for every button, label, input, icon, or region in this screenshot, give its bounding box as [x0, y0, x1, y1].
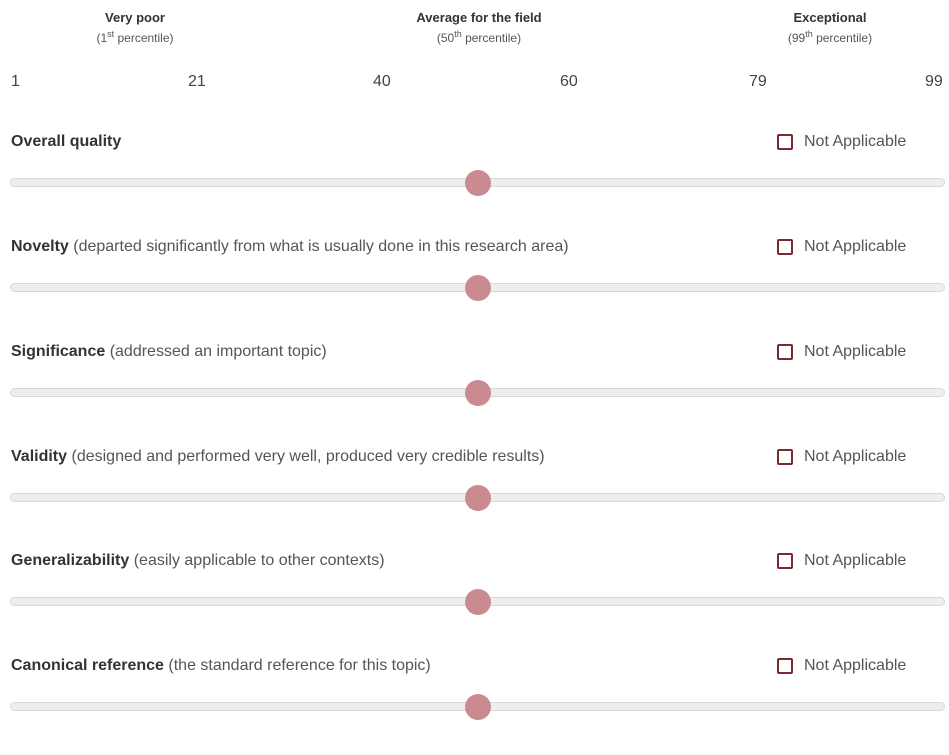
not-applicable-checkbox[interactable] — [777, 134, 793, 150]
question-title: Novelty — [11, 238, 69, 255]
anchor-subtitle: (99th percentile) — [787, 29, 873, 46]
question-novelty: Novelty (departed significantly from wha… — [0, 236, 949, 336]
question-label: Validity (designed and performed very we… — [11, 446, 545, 468]
not-applicable-option[interactable]: Not Applicable — [777, 550, 906, 572]
question-label: Significance (addressed an important top… — [11, 341, 327, 363]
not-applicable-option[interactable]: Not Applicable — [777, 341, 906, 363]
not-applicable-option[interactable]: Not Applicable — [777, 655, 906, 677]
question-label: Novelty (departed significantly from wha… — [11, 236, 569, 258]
question-title: Canonical reference — [11, 657, 164, 674]
tick-label: 60 — [560, 73, 578, 90]
tick-label: 40 — [373, 73, 391, 90]
tick-label: 21 — [188, 73, 206, 90]
not-applicable-label: Not Applicable — [804, 448, 907, 465]
question-overall-quality: Overall quality Not Applicable — [0, 131, 949, 231]
rating-slider-thumb[interactable] — [464, 275, 491, 301]
anchor-title: Average for the field — [416, 10, 542, 25]
question-label: Canonical reference (the standard refere… — [11, 655, 431, 677]
anchor-very-poor: Very poor (1st percentile) — [15, 10, 255, 46]
not-applicable-label: Not Applicable — [804, 343, 907, 360]
question-generalizability: Generalizability (easily applicable to o… — [0, 550, 949, 650]
question-title: Validity — [11, 448, 68, 465]
anchor-exceptional: Exceptional (99th percentile) — [710, 10, 949, 46]
rating-slider-thumb[interactable] — [464, 694, 491, 720]
not-applicable-option[interactable]: Not Applicable — [777, 446, 906, 468]
not-applicable-option[interactable]: Not Applicable — [777, 131, 906, 153]
question-title: Overall quality — [11, 133, 122, 150]
not-applicable-checkbox[interactable] — [777, 239, 793, 255]
question-description: (easily applicable to other contexts) — [133, 552, 385, 569]
anchor-title: Very poor — [105, 10, 165, 25]
scale-ticks: 1 21 40 60 79 99 — [0, 72, 949, 94]
question-description: (designed and performed very well, produ… — [71, 448, 545, 465]
anchor-subtitle: (1st percentile) — [96, 29, 174, 46]
rating-slider-thumb[interactable] — [464, 170, 491, 196]
question-canonical-reference: Canonical reference (the standard refere… — [0, 655, 949, 755]
rating-slider-thumb[interactable] — [464, 589, 491, 615]
question-validity: Validity (designed and performed very we… — [0, 446, 949, 546]
not-applicable-label: Not Applicable — [804, 133, 907, 150]
not-applicable-checkbox[interactable] — [777, 344, 793, 360]
rating-slider-thumb[interactable] — [464, 380, 491, 406]
question-description: (addressed an important topic) — [109, 343, 327, 360]
tick-label: 79 — [749, 73, 767, 90]
question-label: Generalizability (easily applicable to o… — [11, 550, 385, 572]
tick-label: 1 — [11, 73, 20, 90]
question-significance: Significance (addressed an important top… — [0, 341, 949, 441]
not-applicable-label: Not Applicable — [804, 657, 907, 674]
anchor-average: Average for the field (50th percentile) — [359, 10, 599, 46]
not-applicable-label: Not Applicable — [804, 552, 907, 569]
question-title: Generalizability — [11, 552, 130, 569]
tick-label: 99 — [925, 73, 943, 90]
rating-slider-thumb[interactable] — [464, 485, 491, 511]
not-applicable-checkbox[interactable] — [777, 658, 793, 674]
question-description: (the standard reference for this topic) — [168, 657, 431, 674]
anchor-subtitle: (50th percentile) — [436, 29, 522, 46]
question-label: Overall quality — [11, 131, 121, 153]
question-title: Significance — [11, 343, 106, 360]
question-description: (departed significantly from what is usu… — [73, 238, 569, 255]
not-applicable-label: Not Applicable — [804, 238, 907, 255]
not-applicable-option[interactable]: Not Applicable — [777, 236, 906, 258]
anchor-title: Exceptional — [793, 10, 867, 25]
not-applicable-checkbox[interactable] — [777, 449, 793, 465]
not-applicable-checkbox[interactable] — [777, 553, 793, 569]
